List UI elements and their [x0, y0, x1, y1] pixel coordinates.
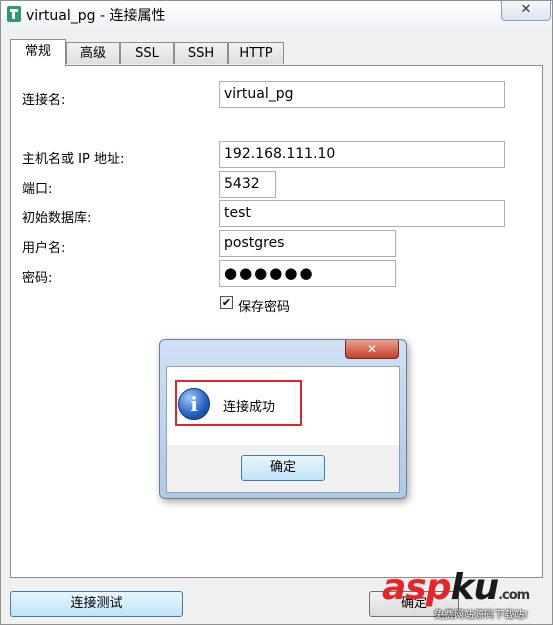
password-input[interactable]: ●●●●●●	[219, 260, 396, 287]
watermark-com: .com	[498, 588, 530, 603]
save-password-label: 保存密码	[238, 300, 291, 315]
host-input[interactable]: 192.168.111.10	[219, 141, 505, 168]
connection-success-dialog: ✕ i 连接成功 确定	[159, 339, 407, 499]
tab-general[interactable]: 常规	[10, 39, 66, 66]
host-label: 主机名或 IP 地址:	[22, 152, 125, 167]
tab-http[interactable]: HTTP	[228, 42, 284, 64]
password-label: 密码:	[22, 271, 53, 286]
dialog-body: i 连接成功 确定	[166, 366, 400, 493]
window-title: virtual_pg - 连接属性	[26, 8, 166, 24]
connection-properties-window: virtual_pg - 连接属性 ✕ 常规 高级 SSL SSH HTTP 连…	[0, 0, 553, 625]
username-input[interactable]: postgres	[219, 230, 396, 257]
tab-advanced[interactable]: 高级	[66, 42, 120, 64]
save-password-checkbox[interactable]: ✔	[220, 296, 233, 309]
watermark-asp: asp	[382, 567, 451, 608]
connection-name-input[interactable]: virtual_pg	[219, 81, 505, 108]
database-label: 初始数据库:	[22, 211, 92, 226]
site-watermark-logo: aspku.com 免费网站源码下载站!	[382, 568, 550, 622]
check-icon: ✔	[221, 296, 232, 309]
dialog-message: 连接成功	[223, 400, 276, 415]
port-input[interactable]: 5432	[219, 171, 276, 198]
database-input[interactable]: test	[219, 200, 505, 227]
tab-ssh[interactable]: SSH	[174, 42, 228, 64]
dialog-close-button[interactable]: ✕	[345, 340, 399, 359]
test-connection-button[interactable]: 连接测试	[10, 591, 183, 617]
close-icon: ✕	[520, 2, 532, 17]
tab-ssl[interactable]: SSL	[120, 42, 174, 64]
watermark-subtitle: 免费网站源码下载站!	[434, 610, 529, 621]
info-icon: i	[178, 388, 210, 420]
connection-name-label: 连接名:	[22, 93, 66, 108]
dialog-footer: 确定	[167, 445, 399, 492]
close-icon: ✕	[366, 342, 378, 356]
username-label: 用户名:	[22, 241, 66, 256]
dialog-ok-button[interactable]: 确定	[241, 455, 325, 481]
window-close-button[interactable]: ✕	[501, 1, 551, 21]
port-label: 端口:	[22, 182, 53, 197]
titlebar: virtual_pg - 连接属性 ✕	[1, 1, 552, 29]
app-icon	[7, 6, 21, 22]
watermark-ku: ku	[450, 567, 500, 608]
